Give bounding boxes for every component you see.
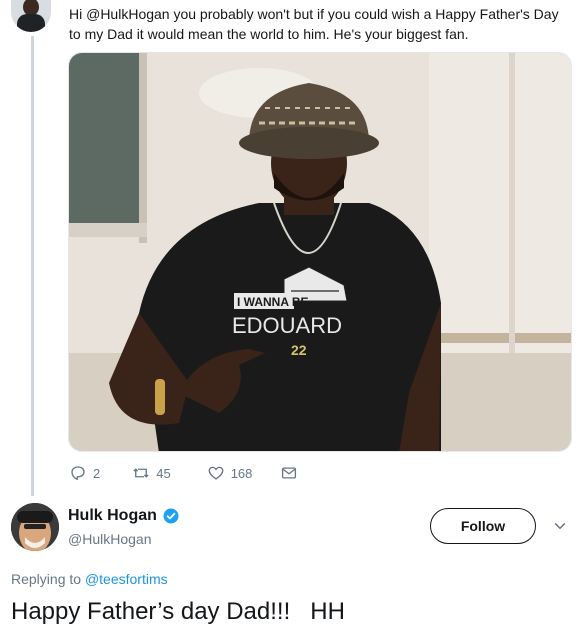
reply-tweet-text: Happy Father’s day Dad!!! HH [11,598,345,625]
reply-icon [71,466,85,481]
original-tweet-text: Hi @HulkHogan you probably won't but if … [69,6,559,42]
tweet-actions: 2 45 168 [69,462,298,484]
photo-illustration: I WANNA BE EDOUARD 22 [69,53,571,451]
reply-author-avatar[interactable] [11,503,59,551]
chevron-down-icon[interactable] [551,517,569,535]
shirt-text-line2: EDOUARD [232,313,342,338]
shirt-number: 22 [291,342,307,358]
replying-to: Replying to @teesfortims [11,571,168,587]
reply-button[interactable]: 2 [69,464,100,482]
retweet-icon [133,468,149,478]
hulk-hogan-avatar-art [11,503,59,551]
avatar-body [17,14,45,32]
replying-prefix: Replying to [11,571,82,587]
direct-message-button[interactable] [280,464,298,482]
author-name-text: Hulk Hogan [68,507,157,524]
reply-author-name[interactable]: Hulk Hogan [68,507,180,525]
verified-icon [163,508,179,524]
like-count: 168 [230,465,253,481]
like-icon [208,466,224,480]
original-author-avatar[interactable] [11,0,51,32]
thread-line [31,36,34,496]
verified-badge [162,507,180,525]
retweet-count: 45 [156,465,171,481]
retweet-button[interactable]: 45 [132,464,171,482]
follow-button[interactable]: Follow [430,508,536,544]
message-icon [282,467,297,479]
replying-handle-link[interactable]: @teesfortims [85,571,168,587]
like-button[interactable]: 168 [207,464,253,482]
reply-count: 2 [93,465,101,481]
shirt-text-line1: I WANNA BE [237,295,309,309]
tweet-photo[interactable]: I WANNA BE EDOUARD 22 [68,52,572,452]
reply-author-handle[interactable]: @HulkHogan [68,531,151,547]
